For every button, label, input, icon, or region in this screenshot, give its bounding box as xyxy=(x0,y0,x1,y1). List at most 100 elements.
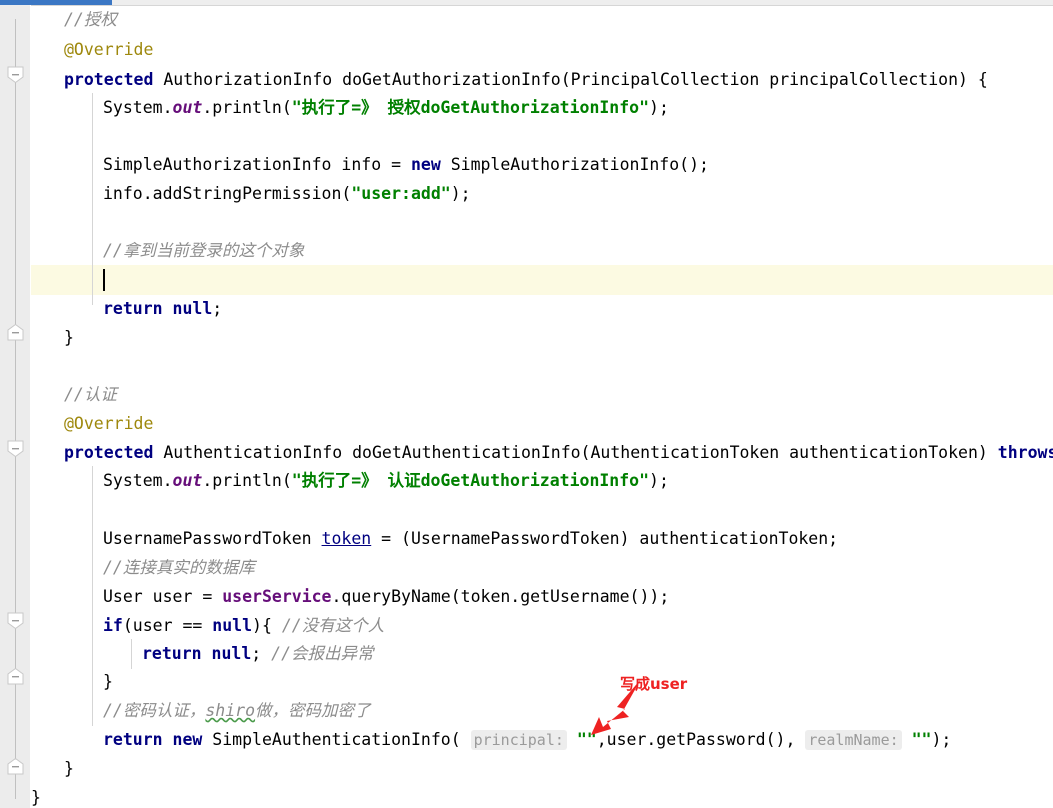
code-line[interactable]: info.addStringPermission("user:add"); xyxy=(31,179,471,209)
code-token-kw: return xyxy=(103,730,163,749)
code-token-plain: SimpleAuthorizationInfo info = xyxy=(103,155,411,174)
code-token-plain: UsernamePasswordToken xyxy=(103,529,322,548)
code-line[interactable]: if(user == null){ //没有这个人 xyxy=(31,611,384,641)
code-token-statfld: out xyxy=(172,98,203,117)
fold-end-icon[interactable] xyxy=(7,324,24,341)
code-token-kw: return xyxy=(103,299,163,318)
text-caret xyxy=(103,269,105,291)
code-token-plain: AuthenticationInfo doGetAuthenticationIn… xyxy=(153,443,998,462)
code-token-cmt: 做，密码加密了 xyxy=(255,701,371,720)
editor-gutter[interactable] xyxy=(0,5,30,808)
code-line[interactable] xyxy=(31,265,105,295)
code-token-plain: } xyxy=(103,672,113,691)
code-token-cmt: //没有这个人 xyxy=(281,616,385,635)
code-line[interactable]: } xyxy=(31,667,113,697)
code-line[interactable]: System.out.println("执行了=》 授权doGetAuthori… xyxy=(31,93,669,123)
code-line[interactable]: UsernamePasswordToken token = (UsernameP… xyxy=(31,524,838,554)
code-token-plain: SimpleAuthenticationInfo( xyxy=(202,730,471,749)
code-token-field: userService xyxy=(222,587,332,606)
code-token-plain: ); xyxy=(931,730,952,749)
code-line[interactable]: //密码认证，shiro做，密码加密了 xyxy=(31,696,371,726)
code-token-kw: if xyxy=(103,616,123,635)
code-token-kw: null xyxy=(211,644,252,663)
code-line[interactable]: System.out.println("执行了=》 认证doGetAuthori… xyxy=(31,466,669,496)
caret-line-highlight xyxy=(31,265,1053,295)
code-token-kw: throws xyxy=(997,443,1053,462)
code-token-cmt: //授权 xyxy=(64,10,117,29)
code-token-plain: ); xyxy=(649,98,669,117)
code-token-kw: null xyxy=(212,616,253,635)
code-token-plain: .queryByName(token.getUsername()); xyxy=(331,587,670,606)
code-token-kw: null xyxy=(172,299,213,318)
fold-collapse-icon[interactable] xyxy=(7,612,24,629)
code-line[interactable]: //认证 xyxy=(31,380,117,410)
code-token-cmt: shiro xyxy=(205,701,256,720)
code-token-hint: principal: xyxy=(470,730,567,750)
code-token-str: "" xyxy=(911,730,932,749)
fold-end-icon[interactable] xyxy=(7,668,24,685)
code-token-kw: protected xyxy=(64,70,154,89)
code-line[interactable]: //连接真实的数据库 xyxy=(31,553,255,583)
code-token-hint: realmName: xyxy=(805,730,902,750)
code-token-plain: } xyxy=(64,759,74,778)
code-token-str: "执行了=》 认证doGetAuthorizationInfo" xyxy=(291,471,650,490)
code-line[interactable]: return null; //会报出异常 xyxy=(31,639,374,669)
code-token-cmt: //连接真实的数据库 xyxy=(103,558,255,577)
code-token-plain: ); xyxy=(450,184,471,203)
code-token-statfld: out xyxy=(172,471,203,490)
fold-collapse-icon[interactable] xyxy=(7,440,24,457)
code-token-plain: AuthorizationInfo doGetAuthorizationInfo… xyxy=(153,70,988,89)
code-line[interactable]: protected AuthenticationInfo doGetAuthen… xyxy=(31,438,1053,468)
code-line[interactable]: } xyxy=(31,754,74,784)
code-token-cmt: //会报出异常 xyxy=(271,644,374,663)
code-token-kw: return xyxy=(142,644,202,663)
code-line[interactable]: return new SimpleAuthenticationInfo( pri… xyxy=(31,725,951,755)
code-line[interactable]: SimpleAuthorizationInfo info = new Simpl… xyxy=(31,150,709,180)
code-token-cmt: //拿到当前登录的这个对象 xyxy=(103,241,305,260)
code-token-anno: @Override xyxy=(64,40,154,59)
code-token-plain: SimpleAuthorizationInfo(); xyxy=(440,155,709,174)
code-line[interactable]: } xyxy=(31,323,74,353)
code-token-plain: .println( xyxy=(202,98,292,117)
code-line[interactable]: return null; xyxy=(31,294,222,324)
code-token-plain: ; xyxy=(251,644,272,663)
code-token-cmt: //密码认证， xyxy=(103,701,206,720)
fold-collapse-icon[interactable] xyxy=(7,66,24,83)
code-token-cmt: //认证 xyxy=(64,385,117,404)
code-token-kw: new xyxy=(410,155,441,174)
code-line[interactable]: User user = userService.queryByName(toke… xyxy=(31,582,669,612)
code-token-kw: new xyxy=(172,730,203,749)
code-token-plain: System. xyxy=(103,98,173,117)
code-token-plain: ){ xyxy=(252,616,282,635)
code-token-plain: .println( xyxy=(202,471,292,490)
annotation-label: 写成user xyxy=(620,675,688,693)
code-line[interactable]: protected AuthorizationInfo doGetAuthori… xyxy=(31,65,988,95)
code-line[interactable]: //拿到当前登录的这个对象 xyxy=(31,236,304,266)
code-token-kw: protected xyxy=(64,443,154,462)
code-token-plain: ); xyxy=(649,471,669,490)
code-token-anno: @Override xyxy=(64,414,154,433)
code-token-plain: User user = xyxy=(103,587,223,606)
code-token-plain: info.addStringPermission( xyxy=(103,184,352,203)
code-token-plain: ; xyxy=(212,299,223,318)
code-line[interactable]: @Override xyxy=(31,35,153,65)
code-token-str: "执行了=》 授权doGetAuthorizationInfo" xyxy=(291,98,650,117)
code-token-plain: = (UsernamePasswordToken) authentication… xyxy=(371,529,839,548)
code-line[interactable]: @Override xyxy=(31,409,153,439)
code-token-str: "user:add" xyxy=(351,184,451,203)
code-token-plain: System. xyxy=(103,471,173,490)
code-token-plain: } xyxy=(31,788,41,807)
code-editor-window: //授权 @Override protected AuthorizationInfo… xyxy=(0,0,1053,808)
code-token-plain: } xyxy=(64,328,74,347)
code-token-plain: (user == xyxy=(122,616,213,635)
fold-end-icon[interactable] xyxy=(7,758,24,775)
code-line[interactable]: //授权 xyxy=(31,5,117,35)
code-line[interactable]: } xyxy=(31,783,41,808)
code-token-localvar: token xyxy=(321,529,372,548)
editor-text-area[interactable]: //授权 @Override protected AuthorizationInfo… xyxy=(31,5,1053,808)
